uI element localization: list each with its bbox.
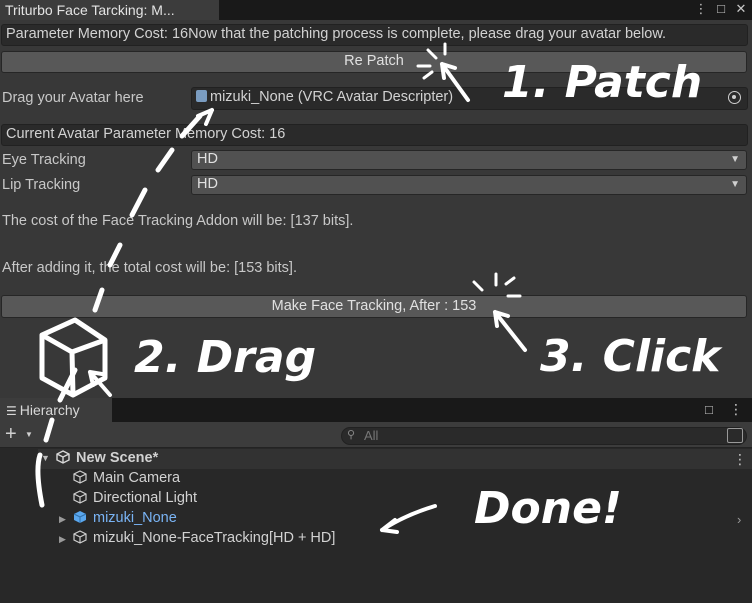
cube-icon [39, 317, 108, 398]
annotation-step-3: 3. Click [540, 331, 721, 382]
annotation-step-2: 2. Drag [134, 332, 317, 383]
annotation-done: Done! [474, 483, 622, 534]
arrow-icon [493, 310, 527, 352]
annotation-step-1: 1. Patch [502, 57, 703, 108]
drag-path [35, 113, 203, 508]
sparkle-icon [416, 42, 447, 80]
arrow-icon [380, 504, 437, 534]
arrow-icon [440, 62, 470, 102]
sparkle-icon [472, 272, 522, 298]
arrow-icon [196, 108, 214, 126]
